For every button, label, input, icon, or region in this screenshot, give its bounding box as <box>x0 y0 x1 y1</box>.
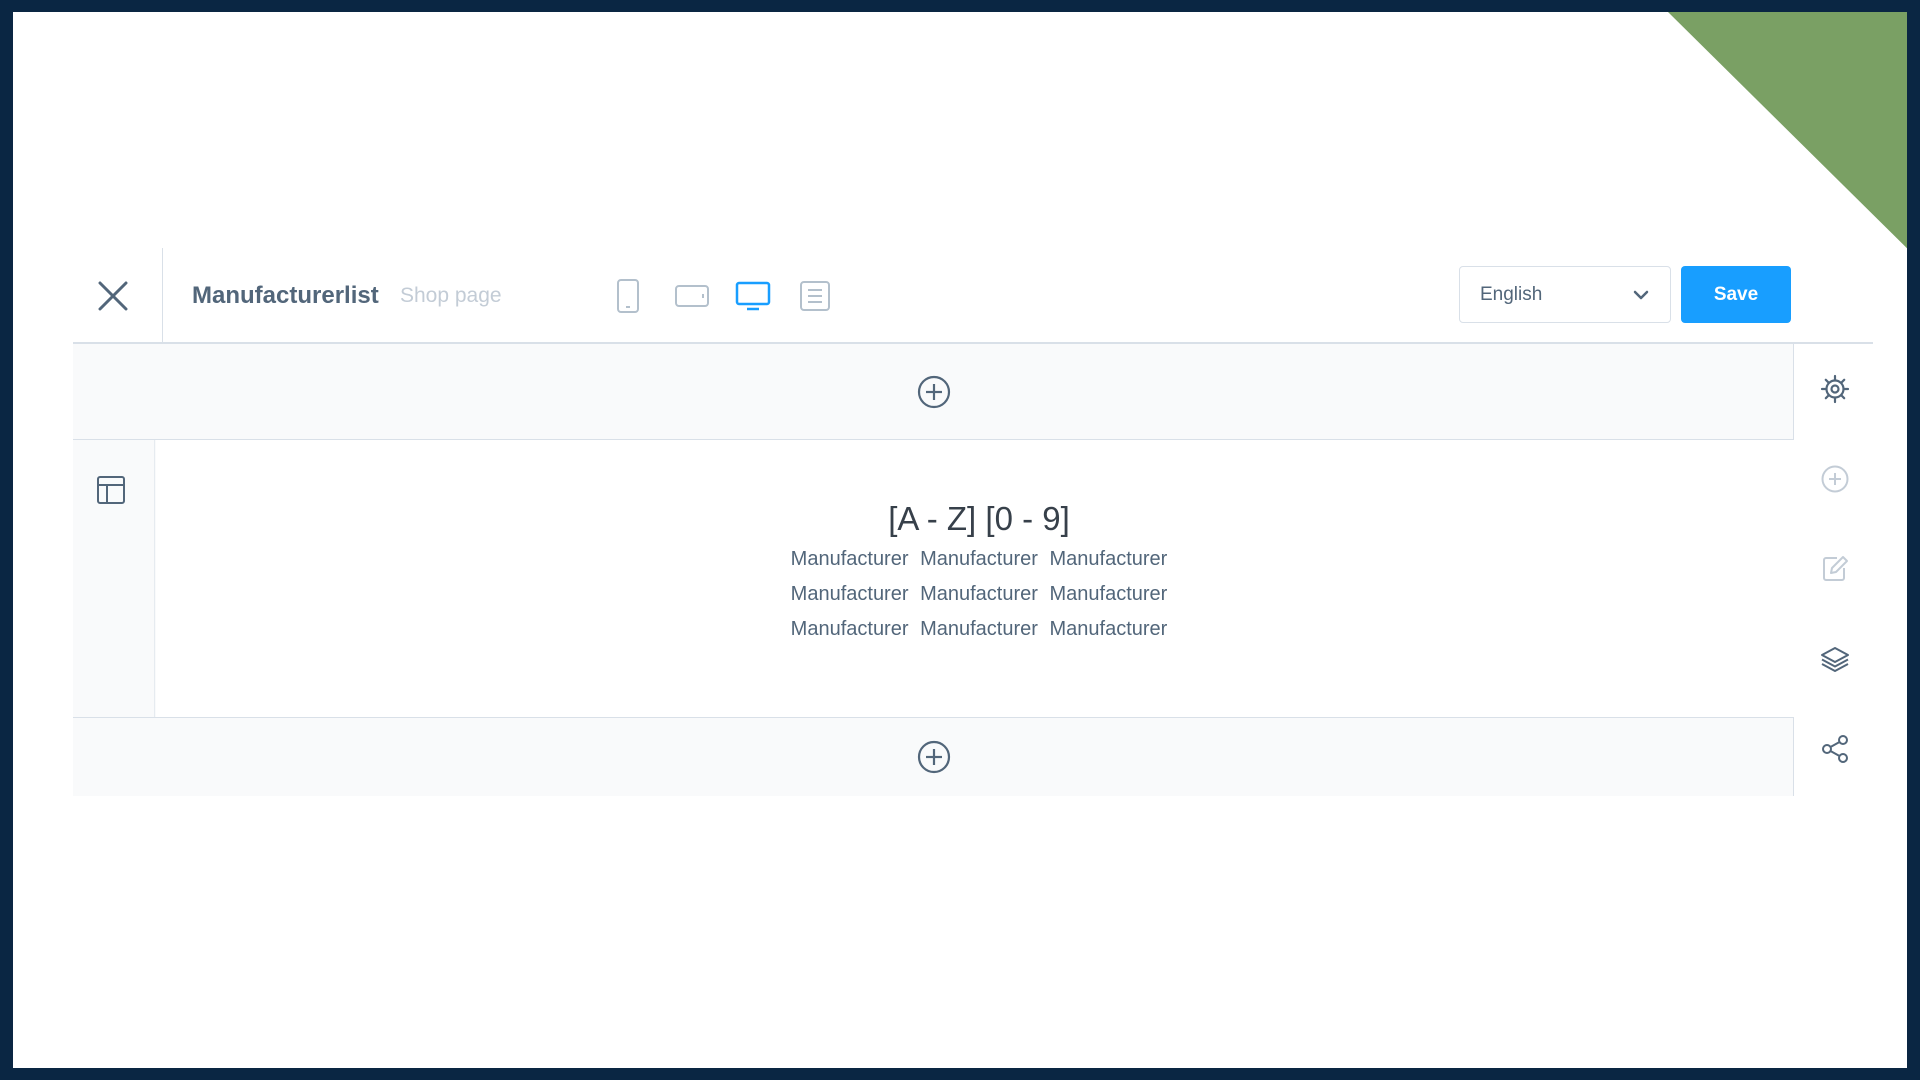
add-section-top-button[interactable] <box>915 373 953 411</box>
manufacturer-item[interactable]: Manufacturer <box>791 618 909 640</box>
corner-accent <box>1668 12 1907 274</box>
language-select[interactable]: English <box>1459 266 1671 323</box>
manufacturer-item[interactable]: Manufacturer <box>791 548 909 570</box>
manufacturer-item[interactable]: Manufacturer <box>791 583 909 605</box>
slide-frame: Manufacturerlist Shop page English Save … <box>13 12 1907 1068</box>
manufacturer-item[interactable]: Manufacturer <box>920 583 1038 605</box>
block-settings-button[interactable] <box>95 474 129 508</box>
sidebar-add-block-button[interactable] <box>1818 462 1852 496</box>
manufacturer-item[interactable]: Manufacturer <box>920 618 1038 640</box>
page-type-label: Shop page <box>400 284 502 307</box>
alphabet-filter[interactable]: [A - Z] [0 - 9] <box>164 500 1794 538</box>
plus-circle-icon <box>917 740 950 774</box>
manufacturer-item[interactable]: Manufacturer <box>1049 583 1167 605</box>
list-view-icon <box>800 281 830 311</box>
add-section-bottom <box>73 717 1794 796</box>
manufacturer-row: Manufacturer Manufacturer Manufacturer <box>164 581 1794 608</box>
mobile-icon <box>617 279 639 313</box>
manufacturer-item[interactable]: Manufacturer <box>1049 548 1167 570</box>
page-title: Manufacturerlist <box>192 282 379 309</box>
manufacturer-list-content: [A - Z] [0 - 9] Manufacturer Manufacture… <box>156 440 1794 717</box>
layers-icon <box>1821 647 1849 672</box>
editor-toolbar: Manufacturerlist Shop page English Save <box>73 248 1873 344</box>
manufacturer-list-block[interactable]: [A - Z] [0 - 9] Manufacturer Manufacture… <box>73 440 1794 717</box>
close-icon <box>98 281 128 311</box>
manufacturer-row: Manufacturer Manufacturer Manufacturer <box>164 546 1794 573</box>
manufacturer-item[interactable]: Manufacturer <box>1049 618 1167 640</box>
editor-canvas: [A - Z] [0 - 9] Manufacturer Manufacture… <box>73 344 1794 796</box>
plus-circle-icon <box>917 375 950 408</box>
toolbar-divider <box>162 248 163 344</box>
share-icon <box>1822 735 1848 763</box>
viewport-list-button[interactable] <box>793 274 837 318</box>
chevron-down-icon <box>1633 290 1649 299</box>
desktop-icon <box>735 281 771 311</box>
close-button[interactable] <box>95 278 131 314</box>
language-value: English <box>1480 283 1543 305</box>
block-handle <box>73 440 155 717</box>
gear-icon <box>1820 374 1850 404</box>
viewport-desktop-button[interactable] <box>731 274 775 318</box>
viewport-tablet-button[interactable] <box>670 274 714 318</box>
viewport-mobile-button[interactable] <box>606 274 650 318</box>
manufacturer-row: Manufacturer Manufacturer Manufacturer <box>164 616 1794 643</box>
editor-sidebar <box>1794 344 1873 796</box>
edit-icon <box>1823 556 1848 581</box>
add-section-top <box>73 344 1794 440</box>
add-section-bottom-button[interactable] <box>915 738 953 776</box>
sidebar-edit-button[interactable] <box>1818 552 1852 586</box>
sidebar-layers-button[interactable] <box>1818 642 1852 676</box>
tablet-landscape-icon <box>675 285 709 307</box>
plus-circle-icon <box>1821 465 1849 493</box>
sidebar-share-button[interactable] <box>1818 732 1852 766</box>
save-button[interactable]: Save <box>1681 266 1791 323</box>
layout-icon <box>97 476 125 504</box>
shopping-experiences-editor: Manufacturerlist Shop page English Save … <box>73 248 1873 796</box>
sidebar-settings-button[interactable] <box>1818 372 1852 406</box>
manufacturer-item[interactable]: Manufacturer <box>920 548 1038 570</box>
